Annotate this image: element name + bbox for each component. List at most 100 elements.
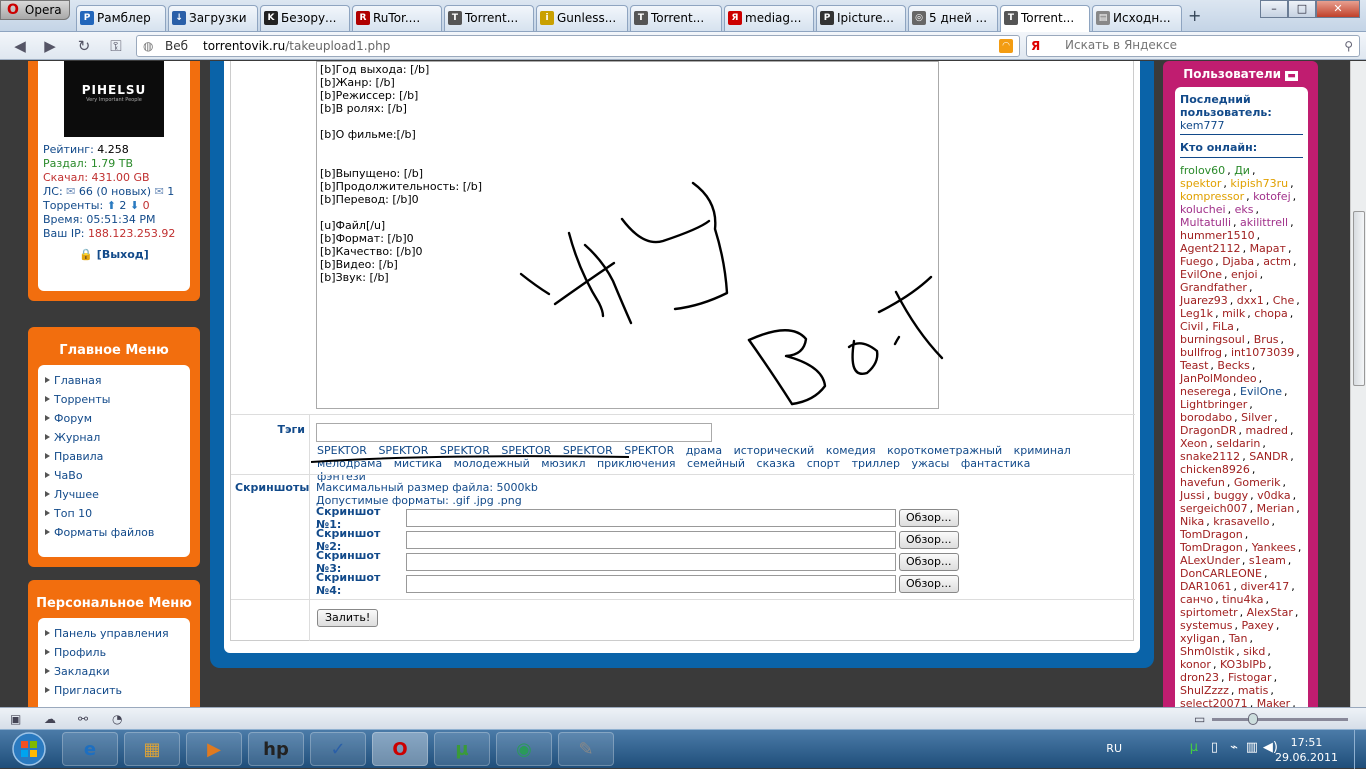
mail-taskbar-icon[interactable]: ✓ <box>310 732 366 766</box>
tag-link[interactable]: драма <box>686 444 722 457</box>
show-desktop-button[interactable] <box>1354 730 1366 769</box>
tab-12[interactable]: ▤ Исходн... <box>1092 5 1182 31</box>
browse-button[interactable]: Обзор... <box>899 509 959 527</box>
online-user-link[interactable]: Gomerik <box>1234 476 1281 489</box>
online-user-link[interactable]: akilittrell <box>1240 216 1288 229</box>
pm-row[interactable]: ЛС: ✉ 66 (0 новых) ✉ 1 <box>43 185 185 199</box>
online-user-link[interactable]: v0dka <box>1257 489 1290 502</box>
submit-button[interactable]: Залить! <box>317 609 379 627</box>
utorrent-taskbar-icon[interactable]: µ <box>434 732 490 766</box>
tag-link[interactable]: триллер <box>852 457 900 470</box>
online-user-link[interactable]: sikd <box>1243 645 1265 658</box>
online-user-link[interactable]: eks <box>1235 203 1254 216</box>
online-user-link[interactable]: s1eam <box>1249 554 1286 567</box>
tag-link[interactable]: SPEKTOR <box>563 444 613 457</box>
tag-link[interactable]: SPEKTOR <box>378 444 428 457</box>
online-user-link[interactable]: Leg1k <box>1180 307 1213 320</box>
online-user-link[interactable]: systemus <box>1180 619 1232 632</box>
online-user-link[interactable]: snake2112 <box>1180 450 1240 463</box>
online-user-link[interactable]: koluchei <box>1180 203 1226 216</box>
clock[interactable]: 17:51 29.06.2011 <box>1275 735 1338 765</box>
ie-taskbar-icon[interactable]: e <box>62 732 118 766</box>
yandex-icon[interactable]: Я <box>1031 36 1040 56</box>
paint-taskbar-icon[interactable]: ✎ <box>558 732 614 766</box>
description-textarea[interactable]: [b]Год выхода: [/b] [b]Жанр: [/b] [b]Реж… <box>316 61 939 409</box>
tab-6[interactable]: i Gunless... <box>536 5 628 31</box>
online-user-link[interactable]: Multatulli <box>1180 216 1231 229</box>
device-tray-icon[interactable]: ▯ <box>1211 740 1218 755</box>
online-user-link[interactable]: SANDR <box>1249 450 1288 463</box>
tab-2[interactable]: ↓ Загрузки <box>168 5 258 31</box>
online-user-link[interactable]: chopa <box>1254 307 1287 320</box>
online-user-link[interactable]: dxx1 <box>1237 294 1264 307</box>
online-user-link[interactable]: Марат <box>1250 242 1286 255</box>
online-user-link[interactable]: Djaba <box>1222 255 1254 268</box>
minimize-button[interactable]: – <box>1260 0 1288 18</box>
tag-link[interactable]: молодежный <box>454 457 530 470</box>
online-user-link[interactable]: krasavello <box>1213 515 1269 528</box>
online-user-link[interactable]: kompressor <box>1180 190 1244 203</box>
tab-7[interactable]: T Torrent... <box>630 5 722 31</box>
tab-10[interactable]: ◎ 5 дней ... <box>908 5 998 31</box>
tab-1[interactable]: Р Рамблер <box>76 5 166 31</box>
main-menu-item[interactable]: Торренты <box>42 390 186 409</box>
personal-menu-item[interactable]: Профиль <box>42 643 186 662</box>
tag-link[interactable]: SPEKTOR <box>501 444 551 457</box>
online-user-link[interactable]: TomDragon <box>1180 528 1243 541</box>
tag-link[interactable]: сказка <box>757 457 796 470</box>
online-user-link[interactable]: Civil <box>1180 320 1203 333</box>
seed-count[interactable]: 2 <box>119 199 126 212</box>
main-menu-item[interactable]: Правила <box>42 447 186 466</box>
online-user-link[interactable]: Becks <box>1217 359 1249 372</box>
tag-link[interactable]: приключения <box>597 457 675 470</box>
language-indicator[interactable]: RU <box>1106 742 1122 755</box>
online-user-link[interactable]: EvilOne <box>1240 385 1282 398</box>
online-user-link[interactable]: kipish73ru <box>1230 177 1288 190</box>
search-icon[interactable]: ⚲ <box>1344 36 1353 56</box>
online-user-link[interactable]: DAR1061 <box>1180 580 1231 593</box>
usb-tray-icon[interactable]: ⌁ <box>1230 740 1238 755</box>
tag-link[interactable]: мистика <box>394 457 442 470</box>
chat-taskbar-icon[interactable]: ◉ <box>496 732 552 766</box>
personal-menu-item[interactable]: Пригласить <box>42 681 186 700</box>
screenshot-file-field[interactable] <box>406 553 896 571</box>
online-user-link[interactable]: TomDragon <box>1180 541 1243 554</box>
key-icon[interactable]: ⚿ <box>106 37 126 55</box>
tag-link[interactable]: комедия <box>826 444 876 457</box>
tab-4[interactable]: R RuTor.... <box>352 5 442 31</box>
main-menu-item[interactable]: Журнал <box>42 428 186 447</box>
online-user-link[interactable]: burningsoul <box>1180 333 1245 346</box>
main-menu-item[interactable]: Форум <box>42 409 186 428</box>
search-input[interactable] <box>1065 38 1335 52</box>
browse-button[interactable]: Обзор... <box>899 553 959 571</box>
panel-toggle-icon[interactable]: ▣ <box>10 712 24 726</box>
tab-8[interactable]: Яmediag... <box>724 5 814 31</box>
online-user-link[interactable]: DonCARLEONE <box>1180 567 1262 580</box>
tag-link[interactable]: SPEKTOR <box>624 444 674 457</box>
online-user-link[interactable]: matis <box>1238 684 1269 697</box>
online-user-link[interactable]: Grandfather <box>1180 281 1247 294</box>
screenshot-file-field[interactable] <box>406 509 896 527</box>
online-user-link[interactable]: Yankees <box>1252 541 1296 554</box>
online-user-link[interactable]: Agent2112 <box>1180 242 1241 255</box>
screenshot-file-field[interactable] <box>406 531 896 549</box>
online-user-link[interactable]: buggy <box>1214 489 1248 502</box>
tab-3[interactable]: K Безору... <box>260 5 350 31</box>
tag-link[interactable]: фантастика <box>961 457 1030 470</box>
online-user-link[interactable]: chicken8926 <box>1180 463 1250 476</box>
unite-icon[interactable]: ⚯ <box>78 712 92 726</box>
main-menu-item[interactable]: ЧаВо <box>42 466 186 485</box>
last-user-link[interactable]: kem777 <box>1180 119 1303 135</box>
online-user-link[interactable]: milk <box>1222 307 1245 320</box>
close-button[interactable]: ✕ <box>1316 0 1360 18</box>
online-user-link[interactable]: Ди <box>1234 164 1250 177</box>
online-user-link[interactable]: Merian <box>1257 502 1295 515</box>
online-user-link[interactable]: Silver <box>1241 411 1272 424</box>
back-icon[interactable]: ◀ <box>10 37 30 55</box>
tag-link[interactable]: SPEKTOR <box>440 444 490 457</box>
page-scrollbar[interactable] <box>1350 61 1366 707</box>
tag-link[interactable]: SPEKTOR <box>317 444 367 457</box>
tag-link[interactable]: исторический <box>734 444 815 457</box>
zoom-slider[interactable] <box>1212 713 1348 725</box>
logout-link[interactable]: [Выход] <box>97 248 149 261</box>
